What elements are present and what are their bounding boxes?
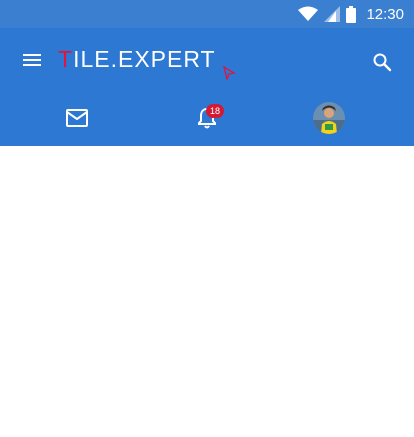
toolbar: T ILE.EXPERT — [0, 28, 414, 90]
search-icon — [373, 53, 392, 72]
main-content — [0, 146, 414, 437]
search-button[interactable] — [370, 50, 394, 74]
nav-row: 18 — [0, 90, 414, 146]
logo-accent-letter: T — [58, 45, 74, 72]
app-logo[interactable]: T ILE.EXPERT — [58, 44, 216, 74]
cursor-arrow-icon — [223, 66, 236, 80]
notifications-badge: 18 — [206, 104, 224, 118]
app-bar: T ILE.EXPERT 18 — [0, 28, 414, 146]
avatar — [313, 102, 345, 134]
menu-button[interactable] — [18, 48, 46, 72]
profile-button[interactable] — [260, 90, 398, 146]
status-bar: 12:30 — [0, 0, 414, 28]
menu-icon — [23, 54, 41, 66]
status-icons: 12:30 — [298, 0, 404, 28]
mail-button[interactable] — [8, 90, 146, 146]
cell-signal-icon — [324, 6, 341, 22]
notifications-button[interactable] — [138, 90, 276, 146]
wifi-icon — [298, 6, 319, 21]
mail-icon — [66, 109, 88, 127]
battery-icon — [346, 5, 357, 23]
status-time: 12:30 — [366, 5, 404, 23]
logo-text: ILE.EXPERT — [73, 45, 216, 72]
